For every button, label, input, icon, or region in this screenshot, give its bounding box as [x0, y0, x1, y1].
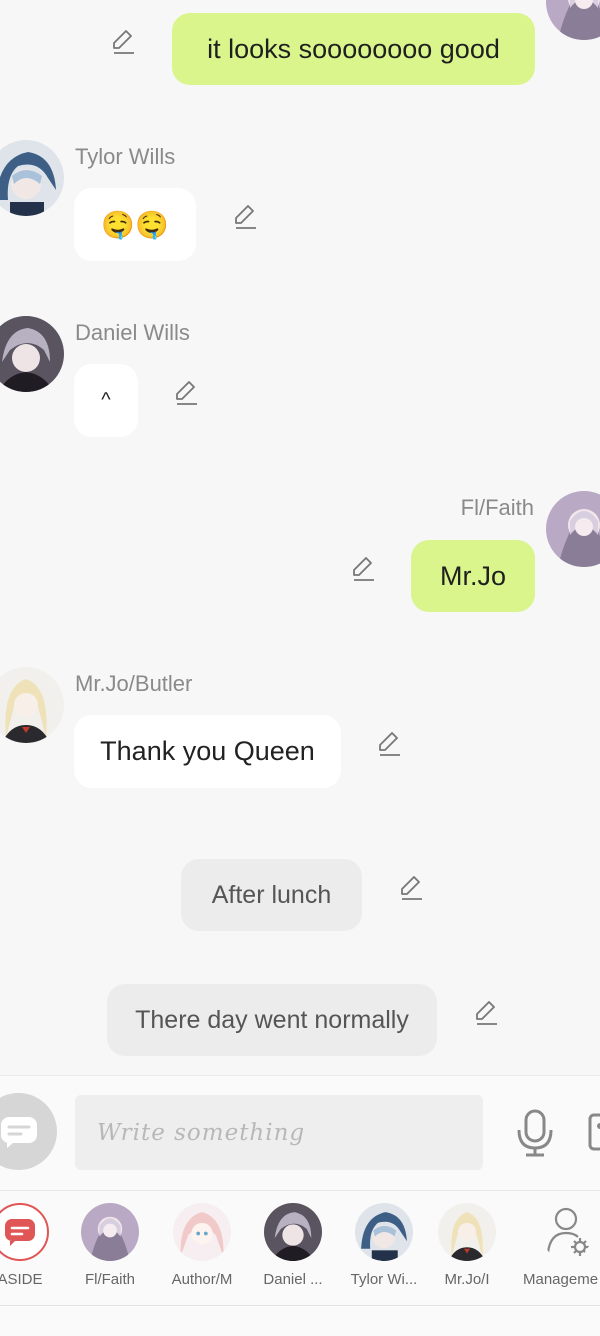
narration-text: There day went normally: [135, 1005, 409, 1034]
edit-message-icon[interactable]: [108, 26, 138, 56]
edit-message-icon[interactable]: [374, 728, 404, 758]
user-gear-icon: [542, 1203, 592, 1261]
avatar: [355, 1203, 413, 1261]
character-chip-label: Fl/Faith: [84, 1271, 135, 1288]
character-chip-aside[interactable]: ASIDE: [0, 1203, 58, 1288]
character-chip-management[interactable]: Manageme: [520, 1203, 600, 1288]
character-chip-label: Manageme: [523, 1271, 599, 1288]
message-composer: [0, 1075, 600, 1191]
narration-bubble[interactable]: After lunch: [181, 859, 362, 931]
message-bubble-incoming[interactable]: 🤤🤤: [74, 188, 196, 261]
edit-message-icon[interactable]: [396, 872, 426, 902]
message-bubble-outgoing[interactable]: it looks soooooooo good: [172, 13, 535, 85]
message-input-box[interactable]: [75, 1095, 483, 1170]
avatar[interactable]: [0, 316, 64, 392]
message-text: 🤤🤤: [101, 209, 169, 240]
message-bubble-incoming[interactable]: ^: [74, 364, 138, 437]
character-chip[interactable]: Daniel ...: [255, 1203, 331, 1288]
microphone-icon[interactable]: [514, 1108, 556, 1158]
character-selector-bar: ASIDE Fl/Faith Author/M Daniel ... Tylor…: [0, 1190, 600, 1306]
message-bubble-incoming[interactable]: Thank you Queen: [74, 715, 341, 788]
message-text: Mr.Jo: [439, 560, 506, 591]
image-icon[interactable]: [588, 1112, 600, 1152]
character-chip-label: Daniel ...: [263, 1271, 323, 1288]
avatar: [438, 1203, 496, 1261]
character-chip-label: Tylor Wi...: [350, 1271, 418, 1288]
sender-name: Tylor Wills: [75, 144, 176, 169]
message-input[interactable]: [95, 1118, 483, 1147]
edit-message-icon[interactable]: [348, 553, 378, 583]
sender-name: Mr.Jo/Butler: [75, 671, 193, 696]
avatar[interactable]: [546, 0, 600, 40]
character-chip-label: Mr.Jo/I: [444, 1271, 490, 1288]
sender-name: Fl/Faith: [460, 495, 534, 520]
bottom-toolbar: [0, 1305, 600, 1336]
message-bubble-outgoing[interactable]: Mr.Jo: [411, 540, 535, 612]
avatar: [81, 1203, 139, 1261]
avatar: [173, 1203, 231, 1261]
edit-message-icon[interactable]: [230, 201, 260, 231]
chat-bubble-icon[interactable]: [0, 1093, 57, 1170]
edit-message-icon[interactable]: [471, 997, 501, 1027]
character-chip-label: Author/M: [171, 1271, 233, 1288]
avatar: [264, 1203, 322, 1261]
avatar[interactable]: [0, 140, 64, 216]
avatar[interactable]: [546, 491, 600, 567]
edit-message-icon[interactable]: [171, 377, 201, 407]
narration-bubble[interactable]: There day went normally: [107, 984, 437, 1056]
narration-text: After lunch: [211, 880, 332, 909]
character-chip[interactable]: Author/M: [164, 1203, 240, 1288]
message-text: it looks soooooooo good: [207, 33, 500, 64]
message-text: Thank you Queen: [100, 736, 315, 766]
avatar[interactable]: [0, 667, 64, 743]
character-chip[interactable]: Tylor Wi...: [346, 1203, 422, 1288]
character-chip-label: ASIDE: [0, 1271, 43, 1288]
character-chip[interactable]: Fl/Faith: [72, 1203, 148, 1288]
sender-name: Daniel Wills: [75, 320, 190, 345]
aside-bubble-icon: [0, 1203, 49, 1261]
character-chip[interactable]: Mr.Jo/I: [429, 1203, 505, 1288]
message-text: ^: [101, 389, 111, 411]
